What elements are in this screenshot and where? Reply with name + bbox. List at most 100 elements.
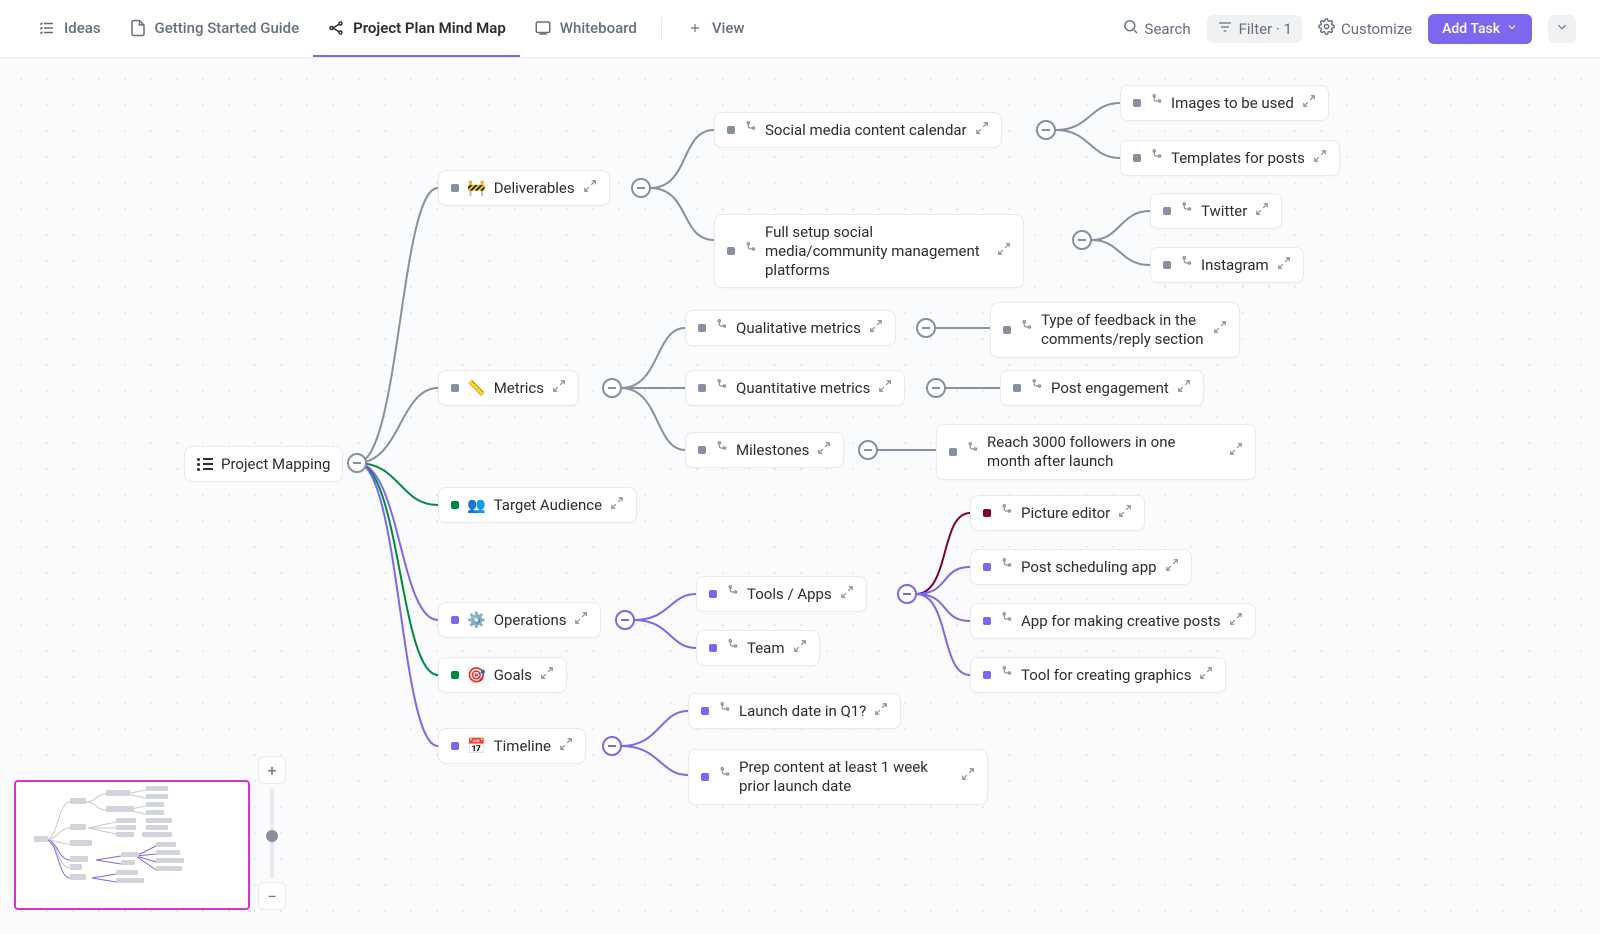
node-images[interactable]: Images to be used xyxy=(1120,85,1329,121)
toggle-qual[interactable] xyxy=(916,318,936,338)
node-scheduler[interactable]: Post scheduling app xyxy=(970,549,1192,585)
search-button[interactable]: Search xyxy=(1122,18,1191,39)
node-metrics[interactable]: 📏 Metrics xyxy=(438,370,579,406)
expand-icon[interactable] xyxy=(1118,504,1132,522)
toggle-fullsetup[interactable] xyxy=(1072,230,1092,250)
expand-icon[interactable] xyxy=(1302,94,1316,112)
node-templates[interactable]: Templates for posts xyxy=(1120,140,1340,176)
zoom-slider[interactable] xyxy=(270,788,274,878)
expand-icon[interactable] xyxy=(997,242,1011,261)
tab-mind-map[interactable]: Project Plan Mind Map xyxy=(313,0,520,57)
tab-whiteboard[interactable]: Whiteboard xyxy=(520,0,651,57)
emoji-icon: 🚧 xyxy=(467,179,486,197)
minimap[interactable] xyxy=(14,780,250,910)
toggle-deliverables[interactable] xyxy=(631,178,651,198)
node-calendar[interactable]: Social media content calendar xyxy=(714,112,1002,148)
expand-icon[interactable] xyxy=(1277,256,1291,274)
subtask-icon xyxy=(1029,379,1043,397)
expand-icon[interactable] xyxy=(1165,558,1179,576)
toggle-metrics[interactable] xyxy=(602,378,622,398)
node-target-audience[interactable]: 👥 Target Audience xyxy=(438,487,637,523)
status-square xyxy=(709,644,717,652)
expand-icon[interactable] xyxy=(583,179,597,197)
status-square xyxy=(1133,154,1141,162)
status-square xyxy=(701,707,709,715)
expand-icon[interactable] xyxy=(817,441,831,459)
node-root[interactable]: Project Mapping xyxy=(184,446,343,482)
node-goals[interactable]: 🎯 Goals xyxy=(438,657,567,693)
add-view-button[interactable]: View xyxy=(672,0,759,57)
expand-icon[interactable] xyxy=(1313,149,1327,167)
node-label: Post scheduling app xyxy=(1021,558,1157,576)
expand-icon[interactable] xyxy=(1213,320,1227,339)
expand-icon[interactable] xyxy=(552,379,566,397)
zoom-out-button[interactable]: − xyxy=(258,882,286,910)
toggle-quant[interactable] xyxy=(926,378,946,398)
status-square xyxy=(698,324,706,332)
expand-icon[interactable] xyxy=(840,585,854,603)
expand-icon[interactable] xyxy=(574,611,588,629)
add-task-button[interactable]: Add Task xyxy=(1428,14,1532,44)
toggle-tools[interactable] xyxy=(897,584,917,604)
node-prep[interactable]: Prep content at least 1 week prior launc… xyxy=(688,749,988,805)
expand-icon[interactable] xyxy=(1229,442,1243,461)
node-deliverables[interactable]: 🚧 Deliverables xyxy=(438,170,610,206)
tab-getting-started[interactable]: Getting Started Guide xyxy=(115,0,314,57)
subtask-icon xyxy=(1179,256,1193,274)
expand-icon[interactable] xyxy=(540,666,554,684)
emoji-icon: 📅 xyxy=(467,737,486,755)
expand-icon[interactable] xyxy=(869,319,883,337)
filter-icon xyxy=(1217,19,1233,39)
expand-icon[interactable] xyxy=(559,737,573,755)
expand-icon[interactable] xyxy=(1229,612,1243,630)
expand-icon[interactable] xyxy=(961,767,975,786)
toggle-calendar[interactable] xyxy=(1036,120,1056,140)
node-quant-child[interactable]: Post engagement xyxy=(1000,370,1204,406)
expand-icon[interactable] xyxy=(610,496,624,514)
node-timeline[interactable]: 📅 Timeline xyxy=(438,728,586,764)
more-button[interactable] xyxy=(1548,15,1576,43)
status-square xyxy=(451,742,459,750)
node-fullsetup[interactable]: Full setup social media/community manage… xyxy=(714,214,1024,288)
expand-icon[interactable] xyxy=(1177,379,1191,397)
status-square xyxy=(451,184,459,192)
node-label: Tool for creating graphics xyxy=(1021,666,1191,684)
node-milestones-child[interactable]: Reach 3000 followers in one month after … xyxy=(936,424,1256,480)
zoom-in-button[interactable]: + xyxy=(258,756,286,784)
node-quant[interactable]: Quantitative metrics xyxy=(685,370,905,406)
toggle-operations[interactable] xyxy=(615,610,635,630)
expand-icon[interactable] xyxy=(975,121,989,139)
subtask-icon xyxy=(965,442,979,461)
node-tools[interactable]: Tools / Apps xyxy=(696,576,867,612)
tab-ideas[interactable]: Ideas xyxy=(24,0,115,57)
node-label: Quantitative metrics xyxy=(736,379,870,397)
expand-icon[interactable] xyxy=(1199,666,1213,684)
filter-button[interactable]: Filter · 1 xyxy=(1207,15,1302,43)
node-qual-child[interactable]: Type of feedback in the comments/reply s… xyxy=(990,302,1240,358)
toggle-root[interactable] xyxy=(347,453,367,473)
node-milestones[interactable]: Milestones xyxy=(685,432,844,468)
node-graphics[interactable]: Tool for creating graphics xyxy=(970,657,1226,693)
toggle-timeline[interactable] xyxy=(602,736,622,756)
node-team[interactable]: Team xyxy=(696,630,820,666)
node-instagram[interactable]: Instagram xyxy=(1150,247,1304,283)
expand-icon[interactable] xyxy=(793,639,807,657)
status-square xyxy=(727,126,735,134)
status-square xyxy=(451,501,459,509)
node-launch[interactable]: Launch date in Q1? xyxy=(688,693,901,729)
node-qual[interactable]: Qualitative metrics xyxy=(685,310,896,346)
expand-icon[interactable] xyxy=(1255,202,1269,220)
expand-icon[interactable] xyxy=(874,702,888,720)
node-pic-editor[interactable]: Picture editor xyxy=(970,495,1145,531)
emoji-icon: 🎯 xyxy=(467,666,486,684)
node-operations[interactable]: ⚙️ Operations xyxy=(438,602,601,638)
node-label: Full setup social media/community manage… xyxy=(765,223,989,279)
customize-button[interactable]: Customize xyxy=(1318,18,1412,39)
node-creative[interactable]: App for making creative posts xyxy=(970,603,1256,639)
node-label: Team xyxy=(747,639,785,657)
subtask-icon xyxy=(999,504,1013,522)
node-twitter[interactable]: Twitter xyxy=(1150,193,1282,229)
expand-icon[interactable] xyxy=(878,379,892,397)
status-square xyxy=(727,247,735,255)
toggle-milestones[interactable] xyxy=(858,440,878,460)
